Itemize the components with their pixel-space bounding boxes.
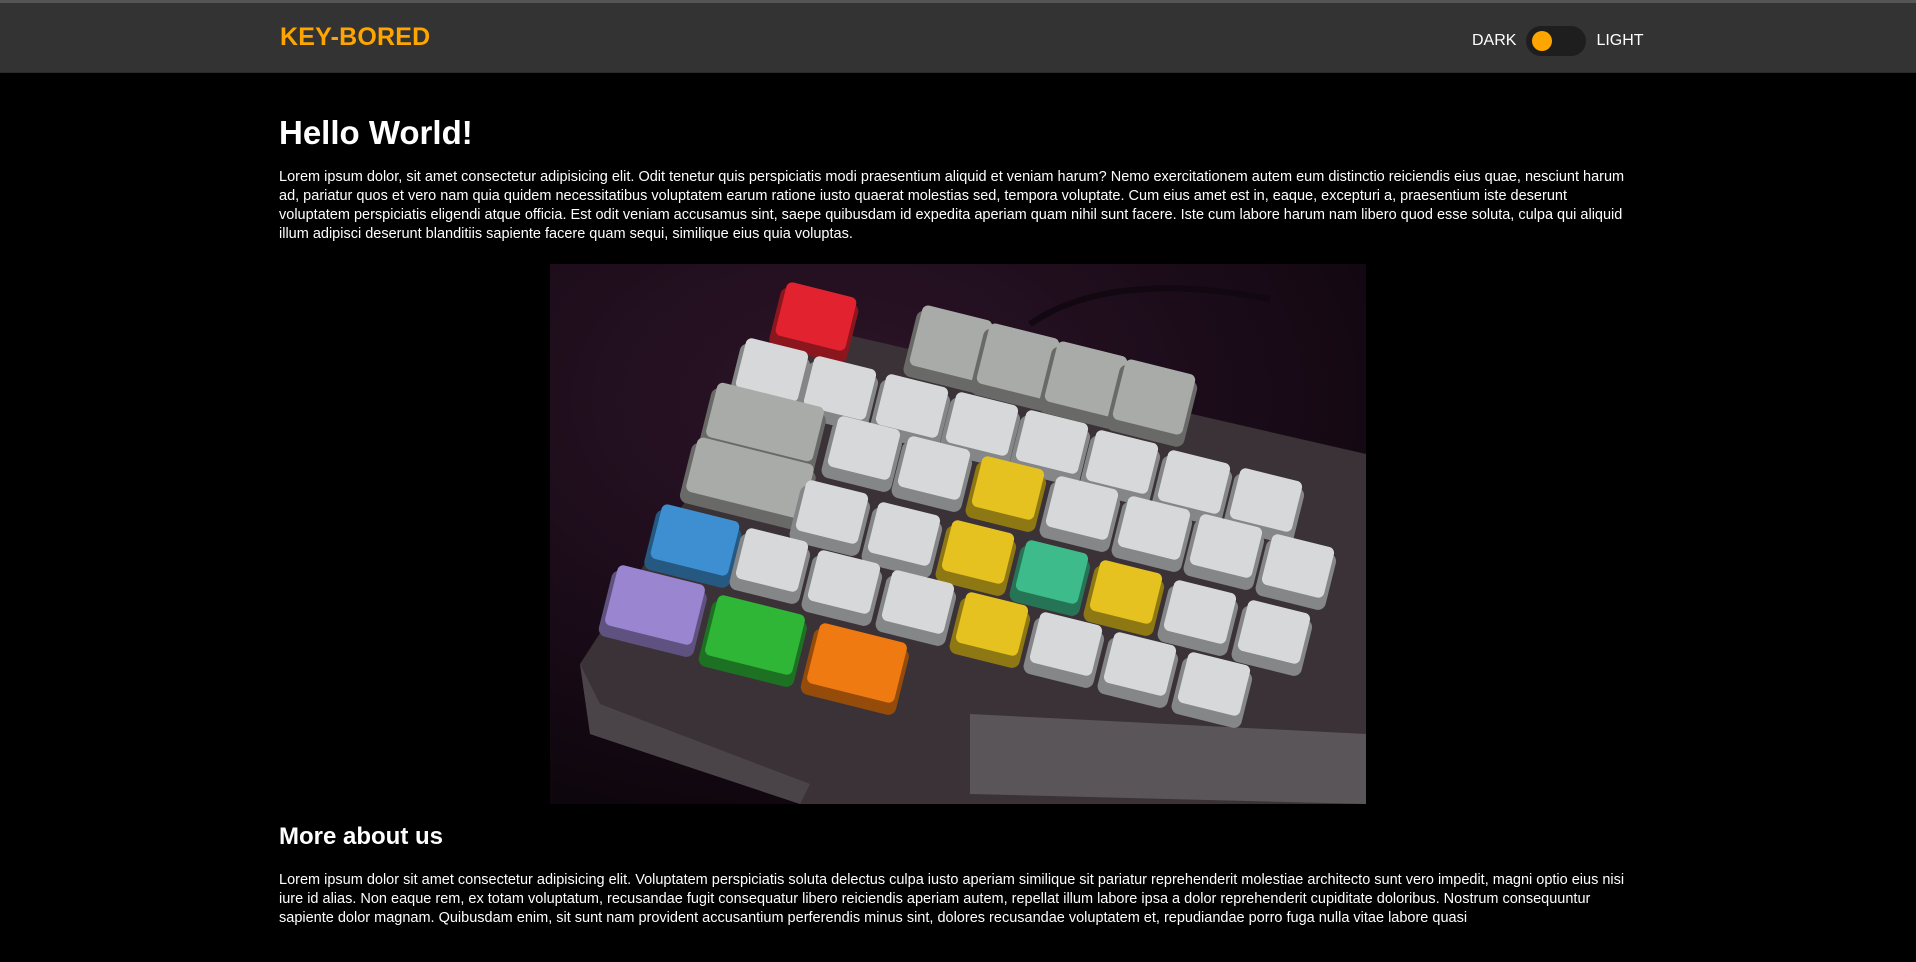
switch-knob-icon <box>1532 31 1553 51</box>
main-content: Hello World! Lorem ipsum dolor, sit amet… <box>279 72 1637 928</box>
brand-logo[interactable]: KEY-BORED <box>280 23 430 52</box>
theme-switch[interactable] <box>1526 26 1587 56</box>
mechanical-keyboard-photo-icon <box>550 264 1366 804</box>
about-heading: More about us <box>279 823 444 850</box>
light-label: LIGHT <box>1596 32 1644 49</box>
about-paragraph: Lorem ipsum dolor sit amet consectetur a… <box>279 872 1625 926</box>
page-title: Hello World! <box>279 114 473 151</box>
theme-toggle: DARK LIGHT <box>1472 25 1644 57</box>
intro-paragraph: Lorem ipsum dolor, sit amet consectetur … <box>279 169 1625 242</box>
dark-label: DARK <box>1472 32 1517 49</box>
hero-image-container <box>279 264 1637 804</box>
navbar: KEY-BORED DARK LIGHT <box>0 3 1916 73</box>
